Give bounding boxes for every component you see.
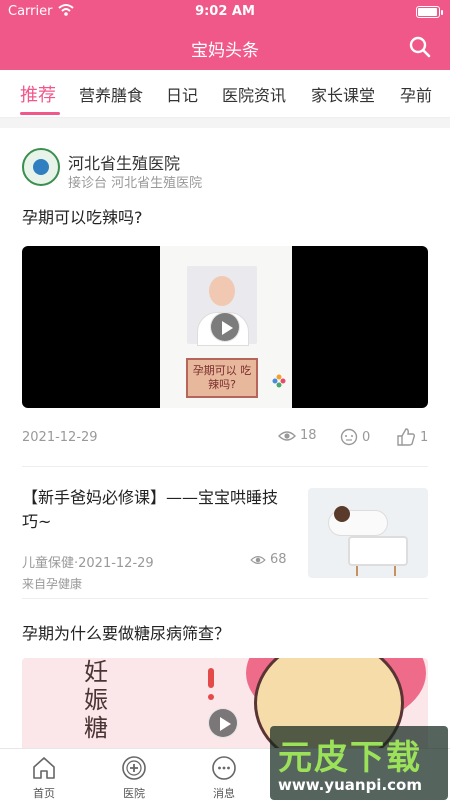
status-bar: Carrier 9:02 AM	[0, 0, 450, 24]
tabbar-hospital[interactable]: 医院	[104, 755, 164, 801]
tab-parent-class[interactable]: 家长课堂	[311, 82, 375, 106]
thumbs-up-icon	[397, 428, 416, 446]
hospital-logo	[22, 148, 60, 186]
post-title[interactable]: 孕期可以吃辣吗?	[22, 204, 143, 228]
thumb-crib-legs	[356, 566, 396, 576]
tabbar-hospital-label: 医院	[123, 787, 145, 800]
tabbar-home[interactable]: 首页	[14, 755, 74, 801]
status-time: 9:02 AM	[195, 4, 255, 19]
thumb-head	[334, 506, 350, 522]
comment-count-value: 0	[362, 429, 371, 445]
exclamation-mark	[208, 668, 214, 688]
article-title[interactable]: 【新手爸妈必修课】——宝宝哄睡技巧~	[22, 486, 292, 534]
battery-icon	[416, 6, 443, 18]
tab-nutrition[interactable]: 营养膳食	[79, 82, 143, 106]
post-meta-row: 2021-12-29 18 0 1	[22, 428, 428, 448]
hospital-icon	[122, 756, 146, 780]
message-icon	[212, 756, 236, 780]
home-icon	[33, 757, 55, 779]
tabbar-messages-label: 消息	[213, 787, 235, 800]
post-date: 2021-12-29	[22, 430, 98, 445]
eye-icon	[250, 555, 266, 564]
article-thumbnail[interactable]	[308, 488, 428, 578]
post-author-source: 接诊台 河北省生殖医院	[68, 176, 203, 191]
cartoon-text: 妊 娠 糖	[84, 658, 108, 742]
nav-bar: 宝妈头条	[0, 24, 450, 70]
like-count-value: 1	[420, 429, 429, 445]
page-title: 宝妈头条	[191, 41, 259, 61]
tab-pre-pregnancy[interactable]: 孕前	[400, 82, 432, 106]
tab-diary[interactable]: 日记	[166, 82, 198, 106]
article-view-count: 68	[250, 552, 287, 567]
tab-hospital-news[interactable]: 医院资讯	[222, 82, 286, 106]
divider	[22, 598, 428, 599]
post-title[interactable]: 孕期为什么要做糖尿病筛查？	[22, 620, 230, 644]
comment-icon	[340, 428, 358, 446]
play-icon[interactable]	[210, 312, 240, 342]
active-tab-indicator	[20, 112, 60, 115]
category-tabs: 推荐 营养膳食 日记 医院资讯 家长课堂 孕前	[0, 70, 450, 118]
tab-recommend[interactable]: 推荐	[20, 81, 56, 107]
article-source: 来自孕健康	[22, 577, 83, 591]
flower-icon	[272, 374, 286, 388]
video-caption-sign: 孕期可以 吃辣吗?	[186, 358, 258, 398]
view-count: 18	[278, 428, 317, 443]
watermark-url: www.yuanpi.com	[278, 776, 422, 794]
article-category-date: 儿童保健·2021-12-29	[22, 556, 154, 571]
video-player[interactable]: 孕期可以 吃辣吗?	[22, 246, 428, 408]
section-gap	[0, 118, 450, 128]
search-icon[interactable]	[408, 35, 432, 59]
tabbar-home-label: 首页	[33, 787, 55, 800]
article-view-count-value: 68	[270, 552, 287, 567]
divider	[22, 466, 428, 467]
comment-count[interactable]: 0	[340, 428, 370, 446]
play-icon[interactable]	[208, 708, 238, 738]
eye-icon	[278, 430, 296, 441]
site-watermark: 元皮下载 www.yuanpi.com	[270, 726, 448, 800]
watermark-title: 元皮下载	[278, 738, 422, 778]
exclamation-dot	[208, 694, 214, 700]
post-author-name: 河北省生殖医院	[68, 154, 181, 173]
tabbar-messages[interactable]: 消息	[194, 755, 254, 801]
thumb-crib	[348, 536, 408, 566]
view-count-value: 18	[300, 428, 317, 443]
like-count[interactable]: 1	[396, 428, 428, 446]
